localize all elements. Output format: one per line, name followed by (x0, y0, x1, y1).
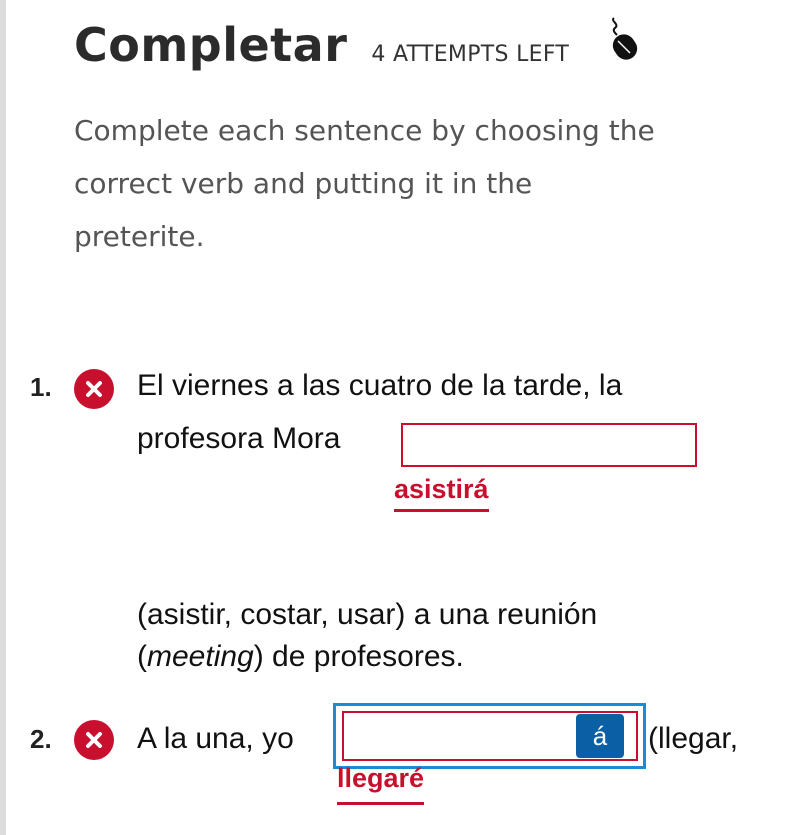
mouse-cursor-icon (612, 17, 638, 60)
answer-input-1[interactable] (401, 423, 697, 467)
header: Completar 4 ATTEMPTS LEFT (74, 18, 569, 72)
question-text-rest: ) de profesores. (253, 640, 464, 673)
accent-a-button[interactable]: á (576, 714, 624, 758)
question-text: A la una, yo (137, 722, 294, 755)
question-text: profesora Mora (137, 422, 341, 455)
x-circle-icon (74, 369, 114, 409)
left-border (0, 0, 6, 835)
emphasis-text: meeting (147, 640, 254, 673)
instructions-line: preterite. (74, 220, 205, 253)
instructions: Complete each sentence by choosing the c… (74, 104, 754, 263)
instructions-line: correct verb and putting it in the (74, 167, 533, 200)
x-circle-icon (74, 720, 114, 760)
attempts-left-label: 4 ATTEMPTS LEFT (371, 42, 570, 67)
question-text: (llegar, (648, 722, 739, 755)
correct-answer: llegaré (337, 763, 425, 805)
question-text: (meeting) de profesores. (137, 640, 464, 673)
question-number: 1. (30, 372, 52, 402)
question-text: El viernes a las cuatro de la tarde, la (137, 369, 623, 402)
correct-answer: asistirá (394, 474, 489, 512)
page-title: Completar (74, 18, 348, 72)
question-text: (asistir, costar, usar) a una reunión (137, 598, 598, 631)
instructions-line: Complete each sentence by choosing the (74, 114, 655, 147)
question-number: 2. (30, 724, 52, 754)
